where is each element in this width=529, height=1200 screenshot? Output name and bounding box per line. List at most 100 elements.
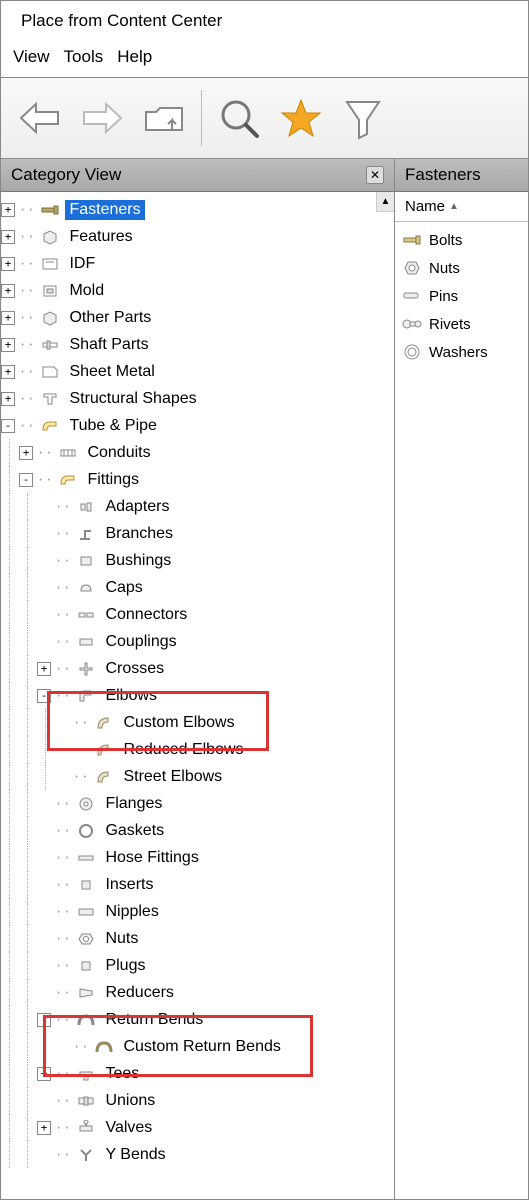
tree-scroll[interactable]: ▲ +·· Fasteners +·· Features <box>1 192 394 1199</box>
tree-item-shaft-parts[interactable]: +·· Shaft Parts <box>1 331 394 358</box>
bolt-icon <box>39 200 61 220</box>
tree-label: Flanges <box>101 794 166 814</box>
list-item-nuts[interactable]: Nuts <box>401 254 522 282</box>
expand-icon[interactable]: + <box>1 284 15 298</box>
list-item-washers[interactable]: Washers <box>401 338 522 366</box>
forward-button[interactable] <box>71 86 133 150</box>
tree-item-adapters[interactable]: ·· Adapters <box>1 493 394 520</box>
scroll-up-button[interactable]: ▲ <box>376 192 394 212</box>
menu-help[interactable]: Help <box>111 45 158 69</box>
collapse-icon[interactable]: - <box>37 689 51 703</box>
tree-label: Mold <box>65 281 108 301</box>
tree-item-flanges[interactable]: ·· Flanges <box>1 790 394 817</box>
menu-tools[interactable]: Tools <box>58 45 110 69</box>
collapse-icon[interactable]: - <box>19 473 33 487</box>
forward-arrow-icon <box>80 101 124 135</box>
tree-item-y-bends[interactable]: ·· Y Bends <box>1 1141 394 1168</box>
tree-item-fasteners[interactable]: +·· Fasteners <box>1 196 394 223</box>
conduit-icon <box>57 443 79 463</box>
list-item-bolts[interactable]: Bolts <box>401 226 522 254</box>
tree-label: Y Bends <box>101 1145 169 1165</box>
elbow-icon <box>93 713 115 733</box>
tree-item-idf[interactable]: +·· IDF <box>1 250 394 277</box>
close-panel-button[interactable]: ✕ <box>366 166 384 184</box>
tree-item-crosses[interactable]: +·· Crosses <box>1 655 394 682</box>
expand-icon[interactable]: + <box>37 662 51 676</box>
beam-icon <box>39 389 61 409</box>
flange-icon <box>75 794 97 814</box>
filter-button[interactable] <box>332 86 394 150</box>
right-panel: Fasteners Name ▲ Bolts Nuts Pins <box>395 159 528 1199</box>
tree-label: Crosses <box>101 659 168 679</box>
fittings-icon <box>57 470 79 490</box>
sheet-icon <box>39 362 61 382</box>
tree-label: Connectors <box>101 605 191 625</box>
tree-item-tube-pipe[interactable]: -·· Tube & Pipe <box>1 412 394 439</box>
tree-item-branches[interactable]: ·· Branches <box>1 520 394 547</box>
tree-label: Elbows <box>101 686 161 706</box>
tree-item-gaskets[interactable]: ·· Gaskets <box>1 817 394 844</box>
tree-item-tees[interactable]: +·· Tees <box>1 1060 394 1087</box>
tree-item-plugs[interactable]: ·· Plugs <box>1 952 394 979</box>
favorite-button[interactable] <box>270 86 332 150</box>
tree-item-custom-return-bends[interactable]: ·· Custom Return Bends <box>1 1033 394 1060</box>
tree-item-reducers[interactable]: ·· Reducers <box>1 979 394 1006</box>
tree-item-sheet-metal[interactable]: +·· Sheet Metal <box>1 358 394 385</box>
tree-item-reduced-elbows[interactable]: ·· Reduced Elbows <box>1 736 394 763</box>
valve-icon <box>75 1118 97 1138</box>
tree-label: Branches <box>101 524 177 544</box>
tree-item-fittings[interactable]: -·· Fittings <box>1 466 394 493</box>
tree-item-conduits[interactable]: +·· Conduits <box>1 439 394 466</box>
tree-item-custom-elbows[interactable]: ·· Custom Elbows <box>1 709 394 736</box>
tree-item-other-parts[interactable]: +·· Other Parts <box>1 304 394 331</box>
gasket-icon <box>75 821 97 841</box>
plug-icon <box>75 956 97 976</box>
tree-item-hose-fittings[interactable]: ·· Hose Fittings <box>1 844 394 871</box>
list-label: Nuts <box>429 260 460 277</box>
tree-item-caps[interactable]: ·· Caps <box>1 574 394 601</box>
content-center-window: Place from Content Center View Tools Hel… <box>0 0 529 1200</box>
column-header-name[interactable]: Name ▲ <box>395 192 528 222</box>
connector-icon <box>75 605 97 625</box>
tree-item-bushings[interactable]: ·· Bushings <box>1 547 394 574</box>
tree-item-features[interactable]: +·· Features <box>1 223 394 250</box>
coupling-icon <box>75 632 97 652</box>
tree-item-unions[interactable]: ·· Unions <box>1 1087 394 1114</box>
collapse-icon[interactable]: - <box>1 419 15 433</box>
tree-item-return-bends[interactable]: -·· Return Bends <box>1 1006 394 1033</box>
list-item-rivets[interactable]: Rivets <box>401 310 522 338</box>
tree-item-elbows[interactable]: -·· Elbows <box>1 682 394 709</box>
collapse-icon[interactable]: - <box>37 1013 51 1027</box>
expand-icon[interactable]: + <box>1 230 15 244</box>
tree-item-nuts[interactable]: ·· Nuts <box>1 925 394 952</box>
tree-item-connectors[interactable]: ·· Connectors <box>1 601 394 628</box>
search-button[interactable] <box>208 86 270 150</box>
expand-icon[interactable]: + <box>37 1067 51 1081</box>
expand-icon[interactable]: + <box>1 338 15 352</box>
back-button[interactable] <box>9 86 71 150</box>
tree-item-valves[interactable]: +·· Valves <box>1 1114 394 1141</box>
tree-item-street-elbows[interactable]: ·· Street Elbows <box>1 763 394 790</box>
chevron-up-icon: ▲ <box>381 196 391 207</box>
cube-icon <box>39 308 61 328</box>
fasteners-list: Bolts Nuts Pins Rivets Washers <box>395 222 528 1199</box>
washer-icon <box>401 341 423 363</box>
elbow-icon <box>75 686 97 706</box>
expand-icon[interactable]: + <box>19 446 33 460</box>
tree-label: Custom Elbows <box>119 713 238 733</box>
tree-item-structural-shapes[interactable]: +·· Structural Shapes <box>1 385 394 412</box>
expand-icon[interactable]: + <box>1 392 15 406</box>
tree-item-mold[interactable]: +·· Mold <box>1 277 394 304</box>
expand-icon[interactable]: + <box>1 365 15 379</box>
menu-view[interactable]: View <box>7 45 56 69</box>
list-item-pins[interactable]: Pins <box>401 282 522 310</box>
folder-up-button[interactable] <box>133 86 195 150</box>
hose-icon <box>75 848 97 868</box>
tree-item-couplings[interactable]: ·· Couplings <box>1 628 394 655</box>
tree-item-inserts[interactable]: ·· Inserts <box>1 871 394 898</box>
expand-icon[interactable]: + <box>1 257 15 271</box>
expand-icon[interactable]: + <box>37 1121 51 1135</box>
expand-icon[interactable]: + <box>1 203 15 217</box>
expand-icon[interactable]: + <box>1 311 15 325</box>
tree-item-nipples[interactable]: ·· Nipples <box>1 898 394 925</box>
